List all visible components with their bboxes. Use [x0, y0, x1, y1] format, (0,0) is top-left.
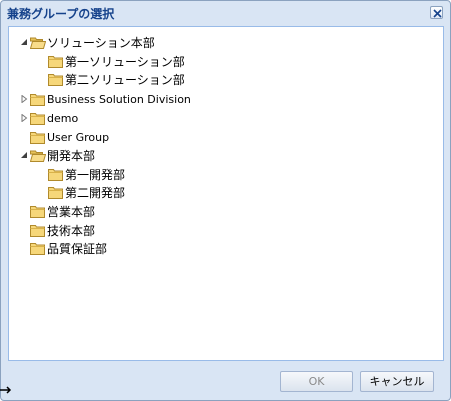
tree-node-label: ソリューション本部 [47, 35, 155, 50]
cancel-button[interactable]: キャンセル [360, 371, 434, 392]
folder-icon [30, 92, 46, 106]
tree-node-label: 第一開発部 [65, 167, 126, 182]
tree-node-tech-hq[interactable]: 技術本部 [29, 221, 95, 239]
tree-node-demo[interactable]: demo [19, 109, 78, 127]
folder-icon [48, 72, 64, 86]
collapsed-arrow-icon[interactable] [19, 109, 29, 127]
folder-icon [30, 241, 46, 255]
tree-node-label: 品質保証部 [47, 241, 108, 256]
tree-node-label: 営業本部 [47, 204, 96, 219]
tree-node-solution-hq[interactable]: ソリューション本部 [19, 33, 155, 51]
tree-node-sales-hq[interactable]: 営業本部 [29, 202, 95, 220]
tree-node-dev-1[interactable]: 第一開発部 [47, 165, 125, 183]
folder-icon [30, 130, 46, 144]
tree-node-qa[interactable]: 品質保証部 [29, 239, 107, 257]
tree-node-label: 第二ソリューション部 [65, 72, 185, 87]
dialog-titlebar: 兼務グループの選択 [1, 1, 450, 25]
tree-node-dev-2[interactable]: 第二開発部 [47, 183, 125, 201]
tree-node-label: 開発本部 [47, 148, 96, 163]
close-icon[interactable] [430, 6, 443, 19]
tree-node-label: 第二開発部 [65, 185, 126, 200]
ok-button[interactable]: OK [280, 371, 353, 392]
folder-icon [30, 223, 46, 237]
tree-node-label: 技術本部 [47, 223, 96, 238]
mouse-pointer-icon [0, 380, 12, 394]
folder-icon [48, 54, 64, 68]
group-select-dialog: 兼務グループの選択 ソリューション本部 第一ソリューション部 第二ソリューション… [0, 0, 451, 401]
expanded-arrow-icon[interactable] [19, 146, 29, 164]
tree-node-user-group[interactable]: User Group [29, 128, 109, 146]
tree-node-solution-1[interactable]: 第一ソリューション部 [47, 52, 185, 70]
folder-icon [48, 185, 64, 199]
tree-node-label: 第一ソリューション部 [65, 54, 185, 69]
folder-icon [48, 167, 64, 181]
collapsed-arrow-icon[interactable] [19, 90, 29, 108]
tree-node-dev-hq[interactable]: 開発本部 [19, 146, 95, 164]
tree-node-solution-2[interactable]: 第二ソリューション部 [47, 70, 185, 88]
tree-node-label: demo [47, 111, 79, 125]
open-folder-icon [30, 148, 46, 162]
dialog-title: 兼務グループの選択 [7, 7, 115, 21]
tree-node-business-solution[interactable]: Business Solution Division [19, 90, 191, 108]
tree-node-label: Business Solution Division [47, 92, 191, 106]
folder-icon [30, 204, 46, 218]
expanded-arrow-icon[interactable] [19, 33, 29, 51]
tree-node-label: User Group [47, 130, 110, 144]
open-folder-icon [30, 35, 46, 49]
group-tree-panel: ソリューション本部 第一ソリューション部 第二ソリューション部 Business… [8, 26, 444, 361]
folder-icon [30, 111, 46, 125]
